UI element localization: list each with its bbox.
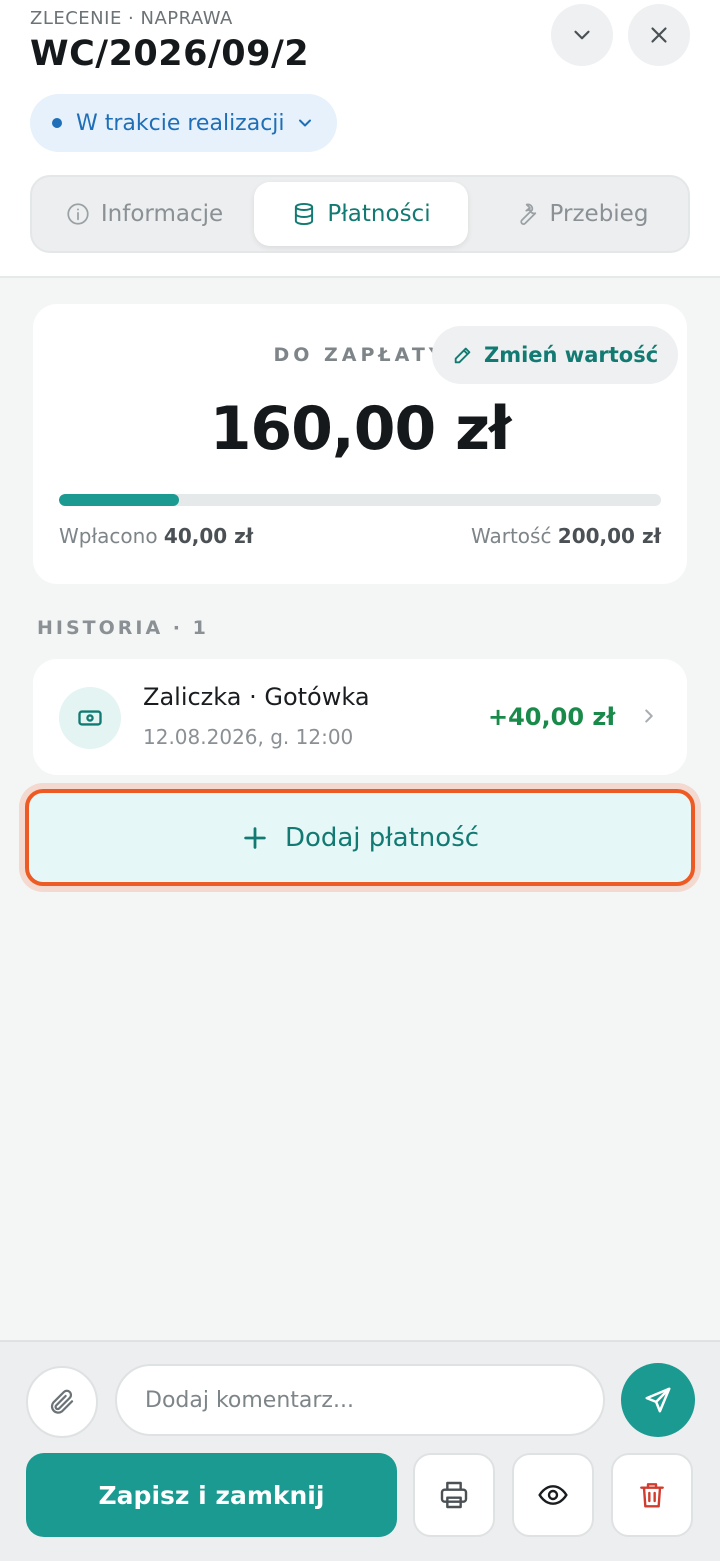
history-heading: HISTORIA · 1 [37, 617, 209, 639]
value-amount: 200,00 zł [557, 524, 661, 548]
preview-button[interactable] [512, 1453, 594, 1537]
value-summary: Wartość 200,00 zł [471, 524, 661, 548]
status-dropdown[interactable]: W trakcie realizacji [30, 94, 337, 152]
payment-progress-bar [59, 494, 661, 506]
value-label: Wartość [470, 524, 552, 548]
tab-label: Płatności [327, 201, 431, 227]
send-icon [645, 1387, 671, 1413]
change-value-button[interactable]: Zmień wartość [432, 326, 679, 384]
cash-icon-badge [59, 687, 121, 749]
delete-button[interactable] [611, 1453, 693, 1537]
tab-informacje[interactable]: Informacje [40, 182, 248, 246]
pencil-icon [454, 347, 471, 364]
comment-input[interactable] [115, 1364, 605, 1436]
status-dot [52, 118, 62, 128]
eye-icon [538, 1485, 568, 1505]
history-item-title: Zaliczka · Gotówka [143, 683, 370, 711]
chevron-down-icon [574, 30, 590, 40]
history-item-amount: +40,00 zł [488, 703, 616, 731]
tab-label: Informacje [100, 201, 224, 227]
wrench-icon [519, 203, 536, 225]
paid-summary: Wpłacono 40,00 zł [59, 524, 253, 548]
close-button[interactable] [628, 4, 690, 66]
history-item-date: 12.08.2026, g. 12:00 [143, 725, 354, 749]
paid-label: Wpłacono [59, 524, 158, 548]
tab-bar: Informacje Płatności Przebieg [30, 175, 690, 253]
paid-amount: 40,00 zł [163, 524, 254, 548]
history-item[interactable]: Zaliczka · Gotówka 12.08.2026, g. 12:00 … [33, 659, 687, 775]
payment-summary-card: DO ZAPŁATY Zmień wartość 160,00 zł Wpłac… [33, 304, 687, 584]
change-value-label: Zmień wartość [484, 343, 659, 367]
add-payment-button[interactable]: Dodaj płatność [25, 789, 695, 886]
send-comment-button[interactable] [621, 1363, 695, 1437]
bottom-action-bar: Zapisz i zamknij [0, 1340, 720, 1561]
save-and-close-button[interactable]: Zapisz i zamknij [26, 1453, 397, 1537]
cash-icon [78, 710, 102, 726]
info-icon [67, 203, 89, 225]
database-icon [295, 202, 314, 226]
paperclip-icon [50, 1389, 74, 1414]
attach-button[interactable] [26, 1366, 98, 1438]
trash-icon [640, 1483, 664, 1508]
due-amount: 160,00 zł [209, 394, 512, 464]
order-header: ZLECENIE · NAPRAWA WC/2026/09/2 W trakci… [0, 0, 720, 278]
payment-progress-fill [59, 494, 180, 506]
chevron-down-icon [298, 119, 311, 127]
order-type-label: ZLECENIE · NAPRAWA [30, 8, 233, 29]
print-button[interactable] [413, 1453, 495, 1537]
collapse-button[interactable] [551, 4, 613, 66]
tab-label: Przebieg [549, 201, 649, 227]
tab-przebieg[interactable]: Przebieg [478, 182, 684, 246]
add-payment-label: Dodaj płatność [284, 822, 480, 853]
status-label: W trakcie realizacji [76, 110, 285, 136]
chevron-right-icon [645, 709, 653, 723]
printer-icon [440, 1481, 468, 1509]
close-icon [651, 27, 667, 43]
plus-icon [244, 826, 266, 849]
tab-platnosci[interactable]: Płatności [254, 182, 468, 246]
order-number: WC/2026/09/2 [30, 34, 310, 74]
